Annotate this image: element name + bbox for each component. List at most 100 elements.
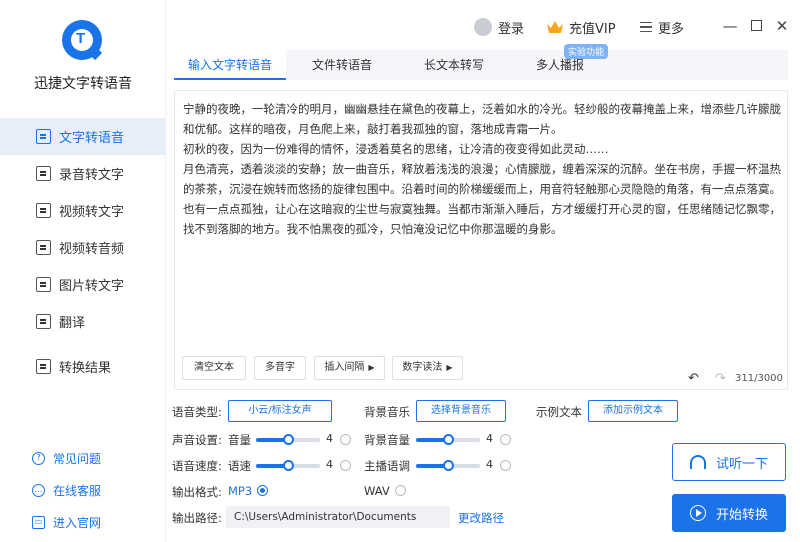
sidebar-item-label: 录音转文字: [59, 168, 125, 183]
online-support-link[interactable]: … 在线客服: [32, 474, 101, 506]
clear-text-button[interactable]: 清空文本: [182, 356, 246, 380]
sidebar-item-label: 翻译: [59, 316, 86, 331]
headphones-icon: [689, 455, 706, 469]
triangle-right-icon: ▶: [446, 363, 453, 372]
user-avatar-icon: [474, 18, 492, 36]
sidebar-item-label: 图片转文字: [59, 279, 125, 294]
choose-bg-music-button[interactable]: 选择背景音乐: [416, 400, 506, 422]
insert-pause-button[interactable]: 插入间隔 ▶: [314, 356, 385, 380]
website-icon: ▭: [32, 515, 45, 529]
nav-divider: [0, 340, 166, 348]
digit-reading-label: 数字读法: [402, 362, 443, 373]
voice-type-button[interactable]: 小云/标注女声: [228, 400, 332, 422]
bg-volume-slider-knob[interactable]: [443, 434, 454, 445]
pitch-slider-knob[interactable]: [443, 460, 454, 471]
minimize-button[interactable]: —: [722, 18, 738, 34]
faq-link-label: 常见问题: [53, 451, 102, 466]
editor-text[interactable]: 宁静的夜晚，一轮清冷的明月，幽幽悬挂在黛色的夜幕上，泛着如水的冷光。轻纱般的夜幕…: [183, 99, 781, 239]
tab-bar: 输入文字转语音 文件转语音 长文本转写 多人播报: [174, 50, 788, 80]
voice-type-label: 语音类型:: [172, 405, 222, 419]
bg-volume-value: 4: [486, 432, 493, 445]
bg-music-label: 背景音乐: [364, 405, 410, 419]
volume-slider-knob[interactable]: [283, 434, 294, 445]
sound-settings-label: 声音设置:: [172, 433, 222, 447]
volume-value: 4: [326, 432, 333, 445]
sidebar-item-text-to-speech[interactable]: 文字转语音: [0, 118, 166, 155]
translate-icon: [36, 314, 51, 329]
add-sample-text-button[interactable]: 添加示例文本: [588, 400, 678, 422]
format-wav-radio[interactable]: [395, 485, 406, 496]
sample-text-label: 示例文本: [536, 405, 582, 419]
more-menu-button[interactable]: 更多: [640, 17, 684, 37]
pitch-radio[interactable]: [500, 460, 511, 471]
pitch-label: 主播语调: [364, 459, 410, 473]
app-logo: [62, 20, 103, 61]
bg-volume-slider[interactable]: [416, 434, 480, 445]
polyphone-button[interactable]: 多音字: [254, 356, 306, 380]
volume-radio[interactable]: [340, 434, 351, 445]
sidebar-item-label: 文字转语音: [59, 131, 125, 146]
sidebar-item-video-to-text[interactable]: 视频转文字: [0, 192, 166, 229]
official-site-label: 进入官网: [53, 515, 102, 530]
volume-label: 音量: [228, 433, 251, 447]
volume-slider[interactable]: [256, 434, 320, 445]
sidebar-item-video-to-audio[interactable]: 视频转音频: [0, 229, 166, 266]
undo-icon[interactable]: ↶: [688, 371, 699, 386]
redo-icon[interactable]: ↷: [715, 371, 726, 386]
sidebar-item-image-to-text[interactable]: 图片转文字: [0, 266, 166, 303]
close-button[interactable]: ✕: [774, 18, 790, 34]
bg-volume-label: 背景音量: [364, 433, 410, 447]
format-mp3-radio[interactable]: [257, 485, 268, 496]
play-icon: [689, 505, 706, 521]
app-window: 迅捷文字转语音 文字转语音 录音转文字 视频转文字 视频转音频 图片转文字: [0, 0, 800, 542]
video-to-audio-icon: [36, 240, 51, 255]
vip-button[interactable]: 充值VIP: [546, 17, 616, 37]
start-convert-label: 开始转换: [715, 507, 768, 523]
maximize-button[interactable]: [748, 18, 764, 34]
speed-slider[interactable]: [256, 460, 320, 471]
digit-reading-button[interactable]: 数字读法 ▶: [392, 356, 463, 380]
experimental-badge: 实验功能: [564, 44, 609, 59]
tab-file-to-speech[interactable]: 文件转语音: [286, 50, 398, 80]
triangle-right-icon: ▶: [368, 363, 375, 372]
change-path-link[interactable]: 更改路径: [458, 510, 504, 526]
sidebar-item-label: 视频转音频: [59, 242, 125, 257]
text-to-speech-icon: [36, 129, 51, 144]
pitch-slider[interactable]: [416, 460, 480, 471]
speed-radio[interactable]: [340, 460, 351, 471]
speed-sub-label: 语速: [228, 459, 251, 473]
preview-button[interactable]: 试听一下: [672, 443, 786, 481]
output-path-field[interactable]: C:\Users\Administrator\Documents: [226, 506, 450, 528]
sidebar-bottom-links: ? 常见问题 … 在线客服 ▭ 进入官网: [32, 442, 101, 538]
app-name: 迅捷文字转语音: [34, 76, 132, 92]
official-site-link[interactable]: ▭ 进入官网: [32, 506, 101, 538]
start-convert-button[interactable]: 开始转换: [672, 494, 786, 532]
login-label: 登录: [498, 21, 525, 37]
vip-label: 充值VIP: [569, 21, 616, 37]
speed-label: 语音速度:: [172, 459, 222, 473]
sidebar-item-results[interactable]: 转换结果: [0, 348, 166, 385]
bg-volume-radio[interactable]: [500, 434, 511, 445]
faq-link[interactable]: ? 常见问题: [32, 442, 101, 474]
pitch-value: 4: [486, 458, 493, 471]
tab-input-text-to-speech[interactable]: 输入文字转语音: [174, 50, 286, 80]
speed-value: 4: [326, 458, 333, 471]
char-count: 311/3000: [735, 373, 783, 384]
image-to-text-icon: [36, 277, 51, 292]
text-editor[interactable]: 宁静的夜晚，一轮清冷的明月，幽幽悬挂在黛色的夜幕上，泛着如水的冷光。轻纱般的夜幕…: [174, 90, 788, 390]
sidebar-item-recording-to-text[interactable]: 录音转文字: [0, 155, 166, 192]
format-label: 输出格式:: [172, 485, 222, 499]
insert-pause-label: 插入间隔: [324, 362, 365, 373]
video-to-text-icon: [36, 203, 51, 218]
help-icon: ?: [32, 451, 45, 465]
sidebar: 迅捷文字转语音 文字转语音 录音转文字 视频转文字 视频转音频 图片转文字: [0, 0, 166, 542]
results-icon: [36, 359, 51, 374]
login-button[interactable]: 登录: [474, 17, 524, 37]
support-icon: …: [32, 483, 45, 497]
sidebar-item-label: 视频转文字: [59, 205, 125, 220]
menu-icon: [640, 22, 652, 32]
sidebar-item-translate[interactable]: 翻译: [0, 303, 166, 340]
speed-slider-knob[interactable]: [283, 460, 294, 471]
output-path-label: 输出路径:: [172, 511, 222, 525]
tab-long-text[interactable]: 长文本转写: [398, 50, 510, 80]
